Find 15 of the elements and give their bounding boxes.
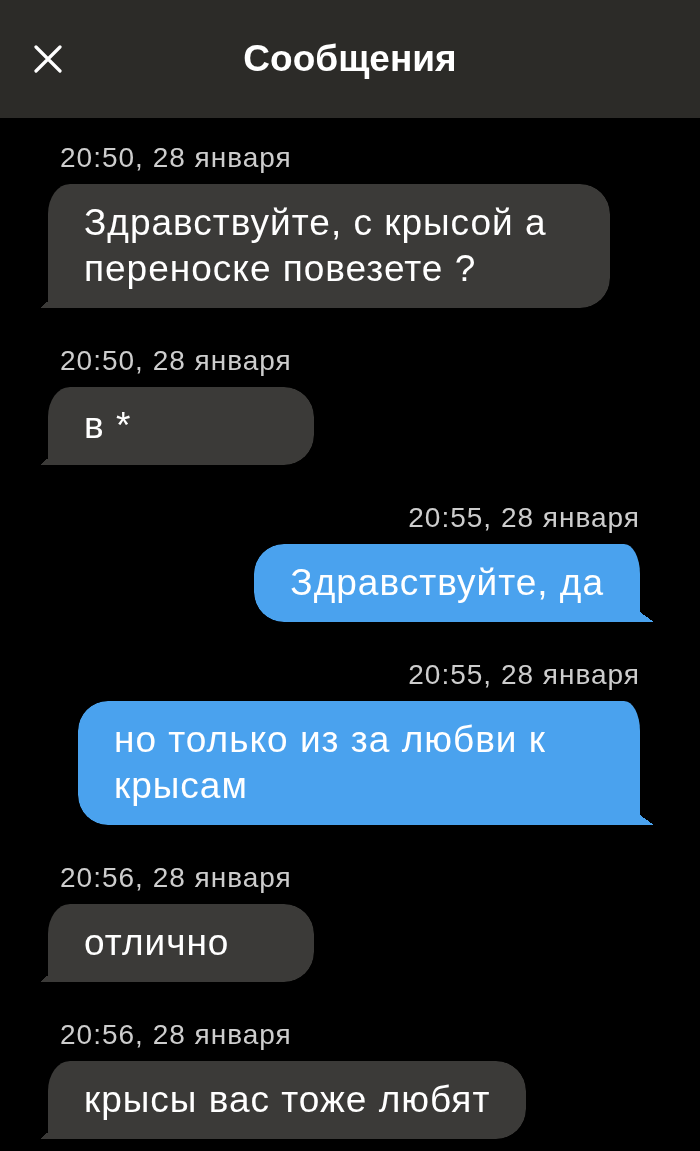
message-bubble: Здравствуйте, с крысой а переноске повезете ? (40, 184, 610, 308)
message-time: 20:55, 28 января (408, 661, 640, 689)
screen-title: Сообщения (243, 37, 457, 81)
message-time: 20:56, 28 января (60, 1021, 292, 1049)
message-bubble: но только из за любви к крысам (78, 701, 654, 825)
message-time: 20:50, 28 января (60, 144, 292, 172)
close-icon (34, 45, 62, 73)
message-bubble: крысы вас тоже любят (40, 1061, 527, 1139)
close-button[interactable] (32, 43, 64, 75)
message-time: 20:56, 28 января (60, 864, 292, 892)
message-bubble: в * (40, 387, 314, 465)
message-bubble: Здравствуйте, да (254, 544, 654, 622)
message-time: 20:50, 28 января (60, 347, 292, 375)
message-bubble: отлично (40, 904, 314, 982)
message-time: 20:55, 28 января (408, 504, 640, 532)
